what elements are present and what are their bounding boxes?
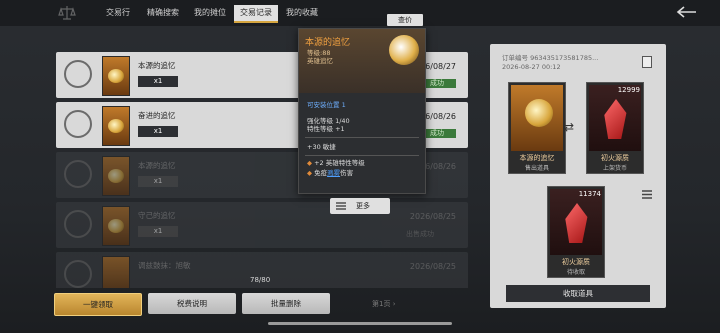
item-name: 调兹鼓抹：旭敏 — [138, 261, 191, 270]
tab-precise-search[interactable]: 精确搜索 — [141, 5, 185, 21]
list-icon[interactable] — [642, 190, 652, 199]
item-name: 守己的追忆 — [138, 211, 176, 220]
item-image — [389, 35, 419, 65]
tooltip-title: 本源的追忆 — [305, 38, 351, 48]
record-date: 2026/08/25 — [409, 262, 456, 271]
home-indicator — [268, 322, 452, 325]
trait-level: 特性等级 +1 — [307, 125, 345, 133]
order-detail-panel: 订单编号 963435173581785... 2026-08-27 00:12… — [490, 44, 666, 308]
item-name: 本源的追忆 — [138, 161, 176, 170]
item-thumbnail — [102, 106, 130, 146]
item-qty: x1 — [138, 176, 178, 187]
tab-my-favorites[interactable]: 我的收藏 — [280, 5, 324, 21]
pending-card[interactable]: 11374 初火源质 待收取 — [547, 186, 605, 278]
item-qty: x1 — [138, 126, 178, 137]
item-thumbnail — [102, 56, 130, 96]
page-indicator[interactable]: 第1页 › — [372, 299, 396, 309]
sold-item-card[interactable]: 本源的追忆 售出道具 — [508, 82, 566, 174]
copy-icon[interactable] — [642, 56, 652, 68]
record-date: 2026/08/25 — [409, 212, 456, 221]
check-price-button[interactable]: 查价 — [387, 14, 423, 26]
tax-info-button[interactable]: 税费说明 — [148, 293, 236, 314]
diamond-icon: ◆ — [307, 159, 312, 167]
item-kind: 英雄追忆 — [307, 57, 333, 65]
install-slot: 可安装位置 1 — [307, 101, 346, 109]
batch-delete-button[interactable]: 批量删除 — [242, 293, 330, 314]
collect-item-button[interactable]: 收取道具 — [506, 285, 650, 302]
tab-trade-records[interactable]: 交易记录 — [234, 5, 278, 23]
item-tooltip: 本源的追忆 等级:88 英雄追忆 可安装位置 1 强化等级 1/40 特性等级 … — [298, 28, 426, 194]
tooltip-level: 等级:88 英雄追忆 — [307, 49, 333, 65]
record-row[interactable]: 守己的追忆 x1 2026/08/25 出售成功 — [56, 202, 468, 248]
currency-tag: 上架货币 — [602, 165, 627, 172]
top-nav: 交易行 精确搜索 我的摊位 交易记录 我的收藏 — [0, 0, 720, 26]
bonus-line-1: ◆ +2 英雄特性等级 — [307, 159, 365, 167]
tab-trading-house[interactable]: 交易行 — [100, 5, 136, 21]
pending-name: 初火源质 — [562, 258, 590, 266]
sold-item-tag: 售出道具 — [524, 165, 549, 172]
item-qty: x1 — [138, 226, 178, 237]
currency-card[interactable]: 12999 初火源质 上架货币 — [586, 82, 644, 174]
coin-stack-icon — [64, 60, 92, 88]
coin-stack-icon — [64, 160, 92, 188]
order-time: 2026-08-27 00:12 — [502, 63, 561, 71]
coin-stack-icon — [64, 260, 92, 288]
diamond-icon: ◆ — [307, 169, 312, 177]
back-arrow-icon[interactable] — [676, 6, 698, 18]
currency-amount: 12999 — [617, 86, 640, 94]
order-id-line1: 订单编号 963435173581785... — [502, 54, 599, 62]
more-label: 更多 — [356, 202, 370, 210]
sold-item-name: 本源的追忆 — [519, 154, 555, 162]
item-name: 奋进的追忆 — [138, 111, 176, 120]
page-label: 第1页 — [372, 300, 391, 308]
item-thumbnail — [102, 156, 130, 196]
pending-amount: 11374 — [578, 190, 601, 198]
exchange-icon: ⇄ — [564, 120, 575, 134]
order-id: 订单编号 963435173581785... 2026-08-27 00:12 — [502, 54, 598, 72]
item-name: 本源的追忆 — [138, 61, 176, 70]
item-level: 等级:88 — [307, 49, 331, 57]
coin-stack-icon — [64, 210, 92, 238]
tab-my-stall[interactable]: 我的摊位 — [188, 5, 232, 21]
record-counter: 78/80 — [250, 276, 271, 284]
pending-tag: 待收取 — [566, 269, 585, 276]
claim-all-button[interactable]: 一键领取 — [54, 293, 142, 316]
status-text: 出售成功 — [406, 230, 434, 238]
stat-line: +30 敏捷 — [307, 143, 336, 151]
item-qty: x1 — [138, 76, 178, 87]
bonus-line-2: ◆ 免疫溅雾伤害 — [307, 169, 354, 177]
item-thumbnail — [102, 256, 130, 288]
menu-icon — [336, 202, 346, 210]
currency-name: 初火源质 — [601, 154, 629, 162]
item-thumbnail — [102, 206, 130, 246]
more-button[interactable]: 更多 — [330, 198, 390, 214]
coin-stack-icon — [64, 110, 92, 138]
scales-icon — [58, 6, 76, 20]
enhance-level: 强化等级 1/40 — [307, 117, 350, 125]
